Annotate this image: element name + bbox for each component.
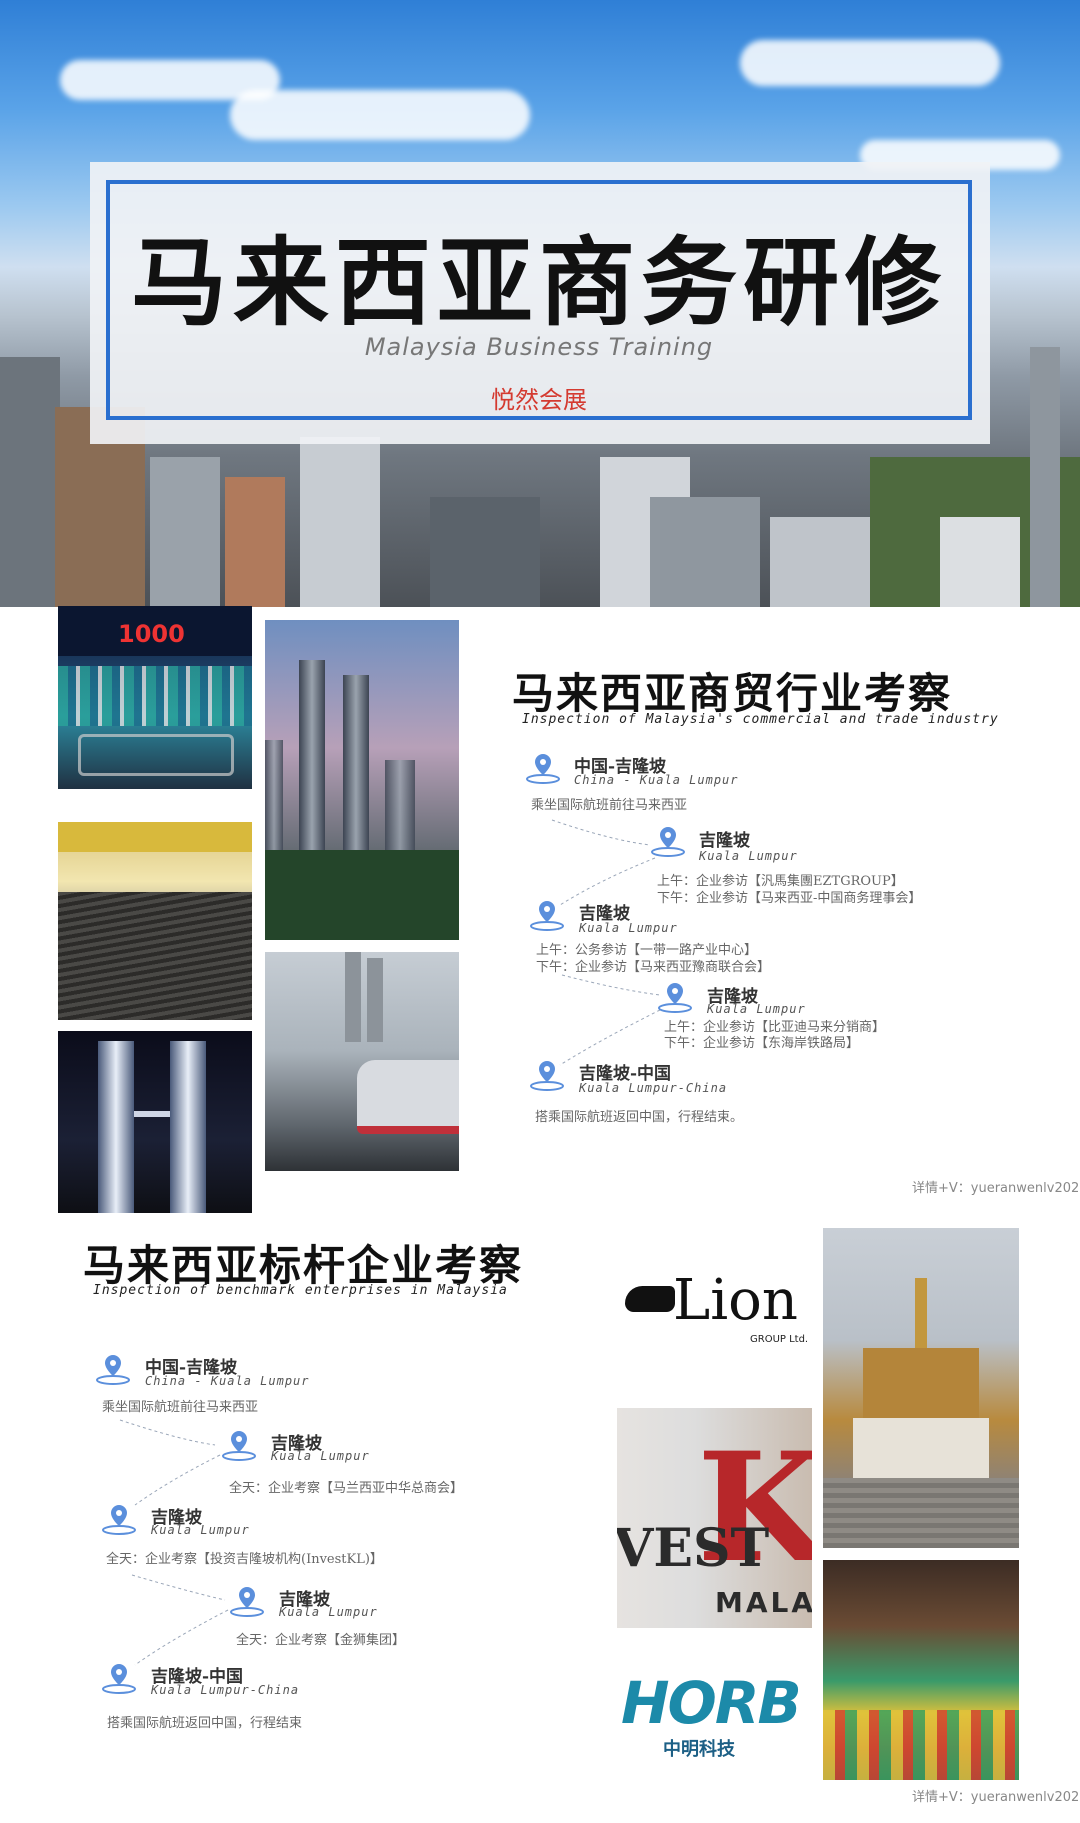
stop-note: 全天：企业考察【马兰西亚中华总商会】	[229, 1481, 464, 1496]
fruit-stall	[823, 1710, 1019, 1780]
temple-hall	[853, 1418, 989, 1478]
stop-subtitle: China - Kuala Lumpur	[145, 1374, 310, 1388]
stop-subtitle: Kuala Lumpur	[271, 1449, 370, 1463]
temple-photo	[823, 1228, 1019, 1548]
stop-note: 搭乘国际航班返回中国，行程结束	[107, 1716, 303, 1731]
floating-market-photo	[823, 1560, 1019, 1780]
location-pin-icon	[651, 827, 685, 857]
stop-subtitle: Kuala Lumpur	[151, 1523, 250, 1537]
stop-subtitle: Kuala Lumpur	[707, 1002, 806, 1016]
horb-logo-cn-text: 中明科技	[663, 1739, 735, 1760]
contact-info: 详情+V：yueranwenlv2021	[912, 1790, 1080, 1805]
stop-note: 全天：企业考察【投资吉隆坡机构(InvestKL)】	[106, 1552, 383, 1567]
invest-kl-photo: KL VEST MALAY	[617, 1408, 812, 1628]
invest-kl-malay-text: MALAY	[715, 1586, 812, 1619]
location-pin-icon	[102, 1505, 136, 1535]
stop-note: 下午：企业参访【东海岸铁路局】	[664, 1036, 860, 1051]
horb-logo-text: HORB	[621, 1669, 802, 1737]
lion-group-logo: Lion GROUP Ltd.	[615, 1246, 811, 1369]
stop-subtitle: Kuala Lumpur	[699, 849, 798, 863]
stop-subtitle: China - Kuala Lumpur	[574, 773, 739, 787]
stop-note: 乘坐国际航班前往马来西亚	[102, 1400, 259, 1415]
lion-logo-text: Lion	[673, 1268, 798, 1333]
contact-info: 详情+V：yueranwenlv2021	[912, 1181, 1080, 1196]
stop-note: 搭乘国际航班返回中国，行程结束。	[535, 1110, 744, 1125]
location-pin-icon	[96, 1355, 130, 1385]
location-pin-icon	[230, 1587, 264, 1617]
stop-note: 全天：企业考察【金狮集团】	[236, 1633, 406, 1648]
stop-subtitle: Kuala Lumpur-China	[151, 1683, 300, 1697]
location-pin-icon	[102, 1664, 136, 1694]
stop-title: 吉隆坡	[699, 831, 750, 851]
location-pin-icon	[526, 754, 560, 784]
section2-subtitle: Inspection of benchmark enterprises in M…	[93, 1283, 508, 1298]
stop-note: 乘坐国际航班前往马来西亚	[531, 798, 688, 813]
temple-roof	[863, 1348, 979, 1418]
stop-subtitle: Kuala Lumpur	[579, 921, 678, 935]
lion-logo-subtext: GROUP Ltd.	[750, 1334, 809, 1345]
location-pin-icon	[530, 901, 564, 931]
stop-note: 下午：企业参访【马来西亚豫商联合会】	[536, 960, 771, 975]
location-pin-icon	[658, 983, 692, 1013]
location-pin-icon	[530, 1061, 564, 1091]
temple-spire	[915, 1278, 927, 1348]
stop-note: 下午：企业参访【马来西亚-中国商务理事会】	[657, 891, 922, 906]
invest-kl-vest-text: VEST	[617, 1518, 770, 1579]
location-pin-icon	[222, 1431, 256, 1461]
horb-logo: HORB 中明科技	[615, 1665, 815, 1765]
temple-steps	[823, 1478, 1019, 1548]
stop-subtitle: Kuala Lumpur-China	[579, 1081, 728, 1095]
stop-subtitle: Kuala Lumpur	[279, 1605, 378, 1619]
lion-icon	[625, 1286, 675, 1312]
